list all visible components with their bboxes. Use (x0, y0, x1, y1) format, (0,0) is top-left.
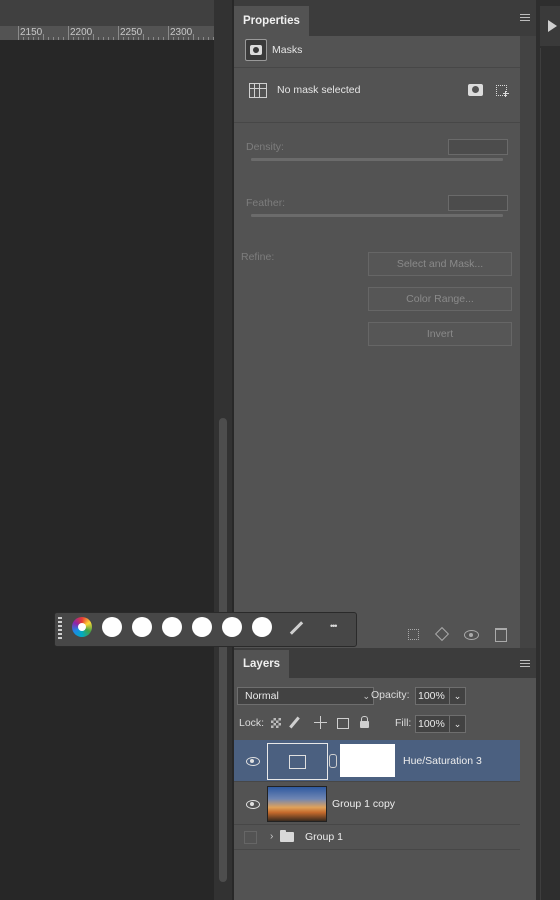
apply-mask-icon[interactable] (434, 626, 450, 642)
lock-all-icon[interactable] (360, 716, 369, 728)
mask-thumbnail[interactable] (340, 744, 395, 777)
layer-name[interactable]: Group 1 (305, 831, 343, 843)
mask-status-text: No mask selected (277, 84, 361, 96)
canvas-scrollbar-thumb[interactable] (219, 418, 227, 882)
eye-icon[interactable] (246, 757, 260, 766)
layer-thumbnail-image[interactable] (267, 786, 327, 822)
document-canvas[interactable] (0, 40, 214, 900)
opacity-label: Opacity: (371, 689, 410, 701)
chevron-down-icon: ⌄ (453, 691, 462, 701)
refine-label: Refine: (241, 251, 275, 263)
tab-layers[interactable]: Layers (234, 650, 290, 678)
feather-field[interactable] (448, 195, 508, 211)
properties-tabbar: Properties (234, 0, 536, 36)
color-swatch[interactable] (162, 617, 182, 637)
eye-icon[interactable] (246, 800, 260, 809)
chevron-down-icon: ⌄ (453, 719, 462, 729)
color-swatch[interactable] (192, 617, 212, 637)
layer-row[interactable]: › Group 1 (234, 825, 520, 849)
layer-row[interactable]: Group 1 copy (234, 782, 520, 824)
layer-name[interactable]: Hue/Saturation 3 (403, 755, 482, 767)
play-icon (548, 20, 557, 32)
layers-tabbar: Layers (234, 648, 536, 678)
lock-transparent-pixels-icon[interactable] (271, 718, 281, 728)
opacity-dropdown-button[interactable]: ⌄ (449, 687, 466, 705)
ruler-tick (168, 26, 169, 40)
chevron-right-icon[interactable]: › (270, 831, 273, 842)
feather-slider[interactable] (251, 214, 503, 217)
lock-position-icon[interactable] (314, 716, 327, 729)
fill-label: Fill: (395, 717, 412, 729)
divider (540, 48, 541, 900)
chevron-down-icon: ⌄ (362, 691, 370, 701)
color-swatch[interactable] (132, 617, 152, 637)
panel-menu-icon[interactable] (520, 14, 530, 22)
ruler-tick (118, 26, 119, 40)
horizontal-ruler[interactable]: 2150 2200 2250 2300 (0, 26, 214, 40)
divider (234, 849, 520, 850)
visibility-toggle-empty[interactable] (244, 831, 257, 844)
blend-mode-value: Normal (245, 690, 279, 702)
more-icon[interactable]: ••• (330, 621, 338, 631)
fill-field[interactable]: 100% (415, 715, 451, 733)
ruler-tick (18, 26, 19, 40)
density-label: Density: (246, 141, 284, 153)
density-slider[interactable] (251, 158, 503, 161)
divider (234, 67, 520, 68)
color-swatch[interactable] (102, 617, 122, 637)
panel-menu-icon[interactable] (520, 660, 530, 668)
link-icon[interactable] (329, 754, 337, 768)
opacity-field[interactable]: 100% (415, 687, 451, 705)
lock-artboard-icon[interactable] (337, 718, 349, 729)
add-vector-mask-icon[interactable] (494, 83, 509, 98)
layer-row[interactable]: Hue/Saturation 3 (234, 740, 520, 781)
divider (234, 122, 520, 123)
density-field[interactable] (448, 139, 508, 155)
color-swatch[interactable] (222, 617, 242, 637)
color-range-button[interactable]: Color Range... (368, 287, 512, 311)
color-swatch[interactable] (252, 617, 272, 637)
drag-handle[interactable] (58, 617, 62, 639)
folder-icon (280, 830, 294, 842)
visibility-eye-icon[interactable] (464, 630, 479, 640)
add-pixel-mask-icon[interactable] (468, 84, 483, 96)
properties-scrollbar[interactable] (520, 36, 536, 648)
mask-icon[interactable] (245, 39, 267, 61)
layer-name[interactable]: Group 1 copy (332, 798, 395, 810)
expand-panels-button[interactable] (540, 6, 560, 46)
delete-mask-icon[interactable] (495, 628, 507, 642)
adjustment-layer-icon (249, 83, 267, 98)
tab-properties[interactable]: Properties (234, 6, 309, 36)
section-label: Masks (272, 44, 303, 56)
load-selection-icon[interactable] (408, 629, 419, 640)
blend-mode-select[interactable]: Normal ⌄ (237, 687, 374, 705)
invert-button[interactable]: Invert (368, 322, 512, 346)
select-and-mask-button[interactable]: Select and Mask... (368, 252, 512, 276)
fill-dropdown-button[interactable]: ⌄ (449, 715, 466, 733)
color-wheel-icon[interactable] (72, 617, 92, 637)
feather-label: Feather: (246, 197, 286, 209)
adjustment-thumbnail[interactable] (267, 743, 328, 780)
lock-label: Lock: (239, 717, 265, 729)
ruler-tick (68, 26, 69, 40)
